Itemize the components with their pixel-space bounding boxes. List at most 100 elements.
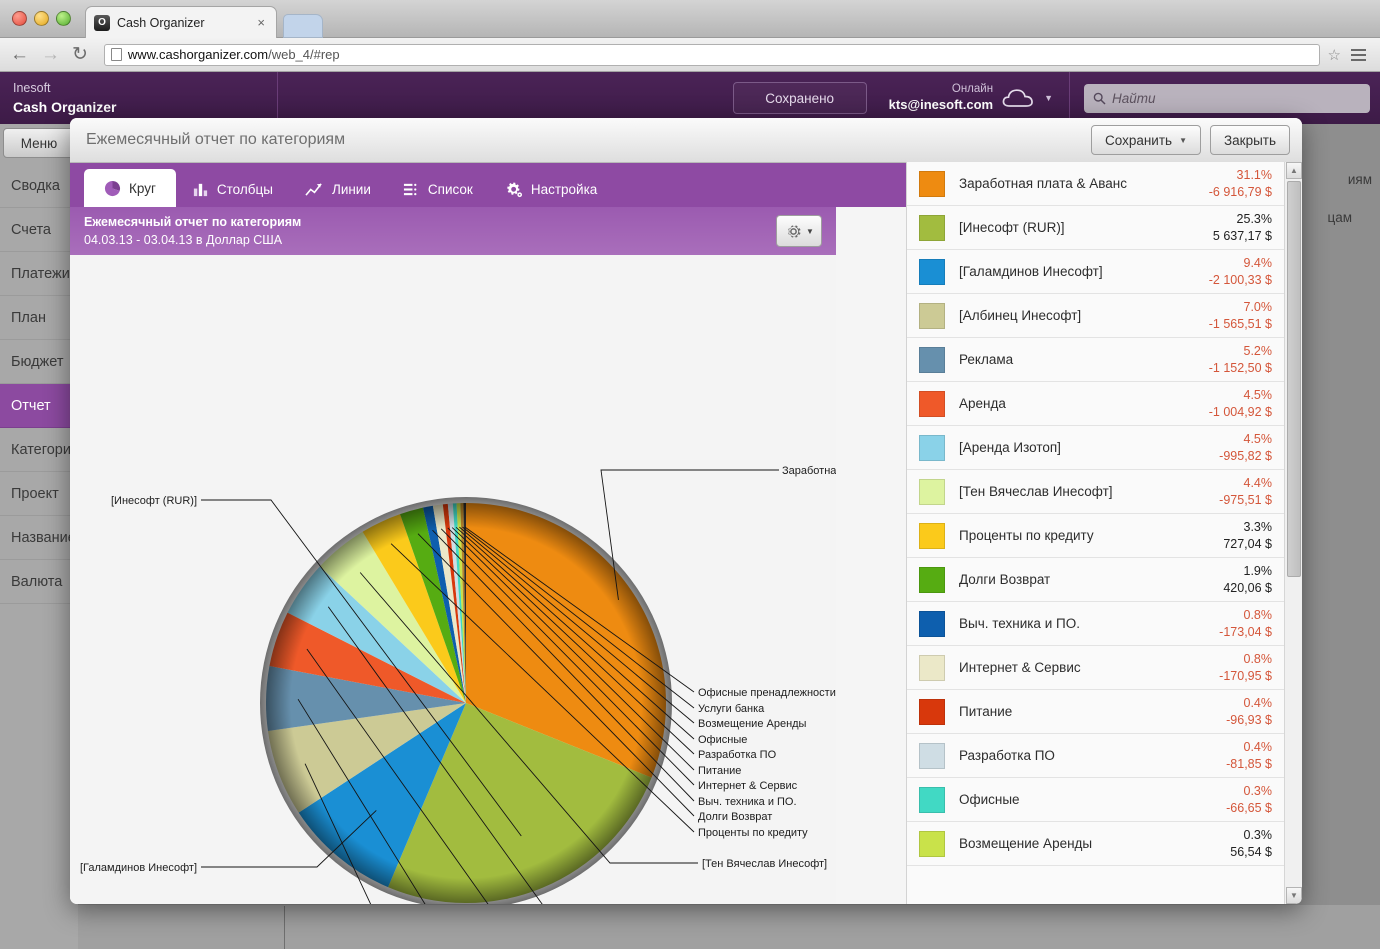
categories-scrollbar[interactable]: ▲ ▼ [1284,162,1302,904]
category-percent: 7.0% [1243,300,1273,315]
category-name: Интернет & Сервис [959,660,1081,675]
category-row[interactable]: Офисные 0.3% -66,65 $ [907,778,1284,822]
sidebar-item-label: План [11,309,46,326]
category-row[interactable]: [Албинец Инесофт] 7.0% -1 565,51 $ [907,294,1284,338]
category-row[interactable]: [Галамдинов Инесофт] 9.4% -2 100,33 $ [907,250,1284,294]
sidebar-item-0[interactable]: Сводка [0,164,78,208]
page-info-icon [110,48,122,61]
dialog-actions: Сохранить ▼ Закрыть [1090,125,1290,155]
menu-button[interactable]: Меню [3,128,75,158]
sidebar-item-1[interactable]: Счета [0,208,78,252]
category-percent: 0.3% [1243,828,1273,843]
scrollbar-thumb[interactable] [1287,181,1301,577]
forward-icon[interactable]: → [41,45,60,64]
category-amount: 727,04 $ [1223,536,1272,551]
sidebar-item-label: Категории [11,441,78,458]
tab-1[interactable]: Столбцы [176,172,289,207]
callout-label: Возмещение Аренды [698,718,807,730]
chevron-down-icon: ▼ [806,226,814,236]
app-header-right: Сохранено Онлайн kts@inesoft.com ▼ Найти [732,72,1380,124]
browser-menu-icon[interactable] [1351,48,1366,61]
sidebar-item-4[interactable]: Бюджет [0,340,78,384]
pie-chart-svg[interactable]: Заработная плата & Аванс [Инесофт (RUR)] [… [70,255,836,904]
sidebar-item-6[interactable]: Категории [0,428,78,472]
callout-label: [Инесофт (RUR)] [111,495,197,507]
background-bottom-separator [284,906,285,949]
gear-icon [784,222,803,241]
close-icon[interactable]: × [254,15,268,30]
saved-status-button[interactable]: Сохранено [732,82,867,114]
save-button[interactable]: Сохранить ▼ [1090,125,1201,155]
tab-2[interactable]: Линии [289,172,387,207]
category-row[interactable]: Разработка ПО 0.4% -81,85 $ [907,734,1284,778]
sidebar-item-label: Валюта [11,573,63,590]
close-window-button[interactable] [12,11,27,26]
category-amount: -995,82 $ [1219,448,1272,463]
header-divider-2 [1069,72,1070,124]
callout-label: Питание [698,765,741,777]
chevron-down-icon: ▼ [1179,135,1187,145]
category-row[interactable]: Выч. техника и ПО. 0.8% -173,04 $ [907,602,1284,646]
sidebar-item-7[interactable]: Проект [0,472,78,516]
dialog-titlebar: Ежемесячный отчет по категориям Сохранит… [70,118,1302,163]
category-percent: 4.5% [1243,432,1273,447]
close-button[interactable]: Закрыть [1210,125,1290,155]
category-row[interactable]: Возмещение Аренды 0.3% 56,54 $ [907,822,1284,866]
tab-4[interactable]: Настройка [489,172,613,207]
category-row[interactable]: [Тен Вячеслав Инесофт] 4.4% -975,51 $ [907,470,1284,514]
category-row[interactable]: Долги Возврат 1.9% 420,06 $ [907,558,1284,602]
scroll-up-button[interactable]: ▲ [1286,162,1302,179]
sidebar-item-3[interactable]: План [0,296,78,340]
category-values: 31.1% -6 916,79 $ [1209,167,1272,200]
sidebar-item-label: Платежи [11,265,70,282]
sidebar-item-9[interactable]: Валюта [0,560,78,604]
chevron-down-icon[interactable]: ▼ [1044,93,1053,103]
category-row[interactable]: Реклама 5.2% -1 152,50 $ [907,338,1284,382]
category-amount: -66,65 $ [1226,800,1272,815]
category-row[interactable]: [Инесофт (RUR)] 25.3% 5 637,17 $ [907,206,1284,250]
category-name: Разработка ПО [959,748,1055,763]
category-name: Выч. техника и ПО. [959,616,1080,631]
category-percent: 5.2% [1243,344,1273,359]
search-input[interactable]: Найти [1084,83,1370,113]
browser-tab[interactable]: O Cash Organizer × [85,6,277,38]
chart-settings-button[interactable]: ▼ [776,215,822,247]
bookmark-star-icon[interactable]: ☆ [1328,46,1341,64]
sidebar-item-label: Отчет [11,397,51,414]
sidebar-item-8[interactable]: Название [0,516,78,560]
callout-label: Заработная плата & Аванс [782,465,836,477]
category-row[interactable]: Заработная плата & Аванс 31.1% -6 916,79 $ [907,162,1284,206]
category-percent: 9.4% [1243,256,1273,271]
sidebar-item-5[interactable]: Отчет [0,384,78,428]
category-row[interactable]: Питание 0.4% -96,93 $ [907,690,1284,734]
favicon-icon: O [94,14,110,31]
url-path: /web_4/#rep [268,47,340,62]
category-amount: 420,06 $ [1223,580,1272,595]
category-row[interactable]: Интернет & Сервис 0.8% -170,95 $ [907,646,1284,690]
scroll-down-button[interactable]: ▼ [1286,887,1302,904]
tab-0[interactable]: Круг [84,169,176,207]
category-row[interactable]: Проценты по кредиту 3.3% 727,04 $ [907,514,1284,558]
category-row[interactable]: Аренда 4.5% -1 004,92 $ [907,382,1284,426]
chart-subheader-range: 04.03.13 - 03.04.13 в Доллар США [84,233,283,247]
reload-icon[interactable]: ↻ [72,45,88,64]
address-bar[interactable]: www.cashorganizer.com/web_4/#rep [103,43,1320,66]
category-row[interactable]: [Аренда Изотоп] 4.5% -995,82 $ [907,426,1284,470]
callout-leader-line [600,469,779,601]
new-tab-button[interactable] [283,14,323,38]
category-color-swatch [919,170,945,197]
category-amount: -1 004,92 $ [1208,404,1272,419]
minimize-window-button[interactable] [34,11,49,26]
tab-3[interactable]: Список [387,172,489,207]
account-menu[interactable]: Онлайн kts@inesoft.com ▼ [889,82,1053,114]
maximize-window-button[interactable] [56,11,71,26]
browser-toolbar: ← → ↻ www.cashorganizer.com/web_4/#rep ☆ [0,38,1380,72]
back-icon[interactable]: ← [10,45,29,64]
sidebar-item-2[interactable]: Платежи [0,252,78,296]
category-values: 0.4% -96,93 $ [1226,695,1272,728]
callout-label: Офисные [698,734,747,746]
category-percent: 0.4% [1243,696,1273,711]
categories-list[interactable]: Заработная плата & Аванс 31.1% -6 916,79 $… [907,162,1284,904]
list-icon [403,181,420,198]
category-amount: -173,04 $ [1219,624,1272,639]
